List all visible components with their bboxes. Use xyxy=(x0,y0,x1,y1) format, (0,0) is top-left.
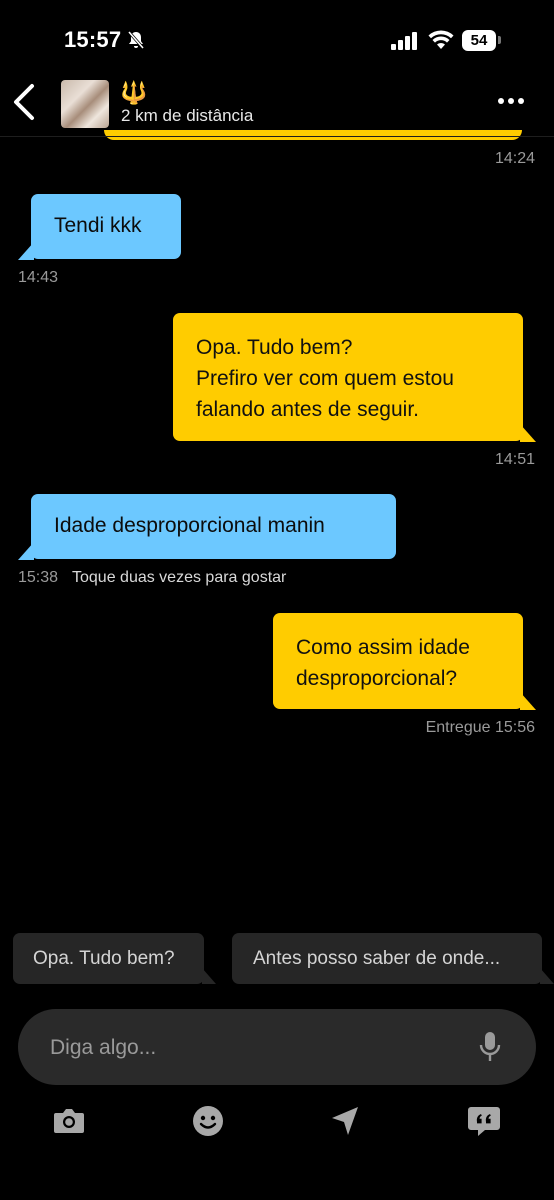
message-timestamp: 14:43 xyxy=(18,269,59,286)
message-text-line: Opa. Tudo bem? xyxy=(196,336,353,359)
profile-distance: 2 km de distância xyxy=(121,106,254,125)
battery-level: 54 xyxy=(462,30,496,51)
delivery-status: Entregue 15:56 xyxy=(425,719,535,736)
message-timestamp: 14:24 xyxy=(494,150,535,167)
message-input[interactable] xyxy=(48,1009,472,1087)
emoji-button[interactable] xyxy=(192,1105,224,1142)
saved-phrases-button[interactable] xyxy=(467,1105,501,1142)
more-icon xyxy=(498,98,524,104)
avatar[interactable] xyxy=(61,80,109,128)
quick-reply-chip[interactable]: Antes posso saber de onde... xyxy=(232,933,554,984)
camera-button[interactable] xyxy=(52,1105,86,1142)
double-tap-like-hint: Toque duas vezes para gostar xyxy=(72,569,287,586)
quick-reply-label: Opa. Tudo bem? xyxy=(33,948,175,969)
message-timestamp: 15:38 xyxy=(18,569,59,586)
cellular-signal-icon xyxy=(390,32,420,55)
chip-tail xyxy=(540,968,554,984)
chip-tail xyxy=(202,968,216,984)
header-divider xyxy=(0,136,554,137)
location-icon xyxy=(332,1107,358,1135)
message-text-line: Como assim idade xyxy=(296,636,470,659)
battery-cap xyxy=(498,36,501,44)
bubble-tail xyxy=(520,424,536,442)
message-composer xyxy=(18,1009,536,1087)
message-text-line: Prefiro ver com quem estou xyxy=(196,367,454,390)
message-text: Idade desproporcional manin xyxy=(54,514,325,537)
profile-emoji: 🔱 xyxy=(120,80,148,105)
silent-bell-icon xyxy=(126,30,146,55)
message-bubble-outgoing[interactable]: Opa. Tudo bem? Prefiro ver com quem esto… xyxy=(173,313,536,442)
status-time: 15:57 xyxy=(64,27,122,52)
saved-phrases-icon xyxy=(468,1107,500,1136)
message-bubble-incoming[interactable]: Idade desproporcional manin xyxy=(18,494,396,560)
message-text-line: falando antes de seguir. xyxy=(196,398,420,421)
camera-icon xyxy=(54,1109,84,1133)
chevron-left-icon xyxy=(14,84,34,120)
previous-message-bubble[interactable] xyxy=(104,130,522,140)
message-timestamp: 14:51 xyxy=(494,451,535,468)
microphone-button[interactable] xyxy=(478,1030,502,1069)
quick-reply-chip[interactable]: Opa. Tudo bem? xyxy=(13,933,216,984)
bubble-tail xyxy=(18,242,34,260)
more-options-button[interactable] xyxy=(497,94,525,112)
back-button[interactable] xyxy=(10,82,40,127)
emoji-icon xyxy=(193,1106,223,1136)
message-bubble-incoming[interactable]: Tendi kkk xyxy=(18,194,181,260)
bubble-tail xyxy=(18,542,34,560)
message-bubble-outgoing[interactable]: Como assim idade desproporcional? xyxy=(273,613,536,710)
location-button[interactable] xyxy=(330,1105,360,1142)
wifi-icon xyxy=(428,29,454,56)
message-text-line: desproporcional? xyxy=(296,667,458,690)
bubble-tail xyxy=(520,692,536,710)
quick-reply-label: Antes posso saber de onde... xyxy=(253,948,501,969)
message-text: Tendi kkk xyxy=(54,214,142,237)
microphone-icon xyxy=(479,1032,501,1061)
